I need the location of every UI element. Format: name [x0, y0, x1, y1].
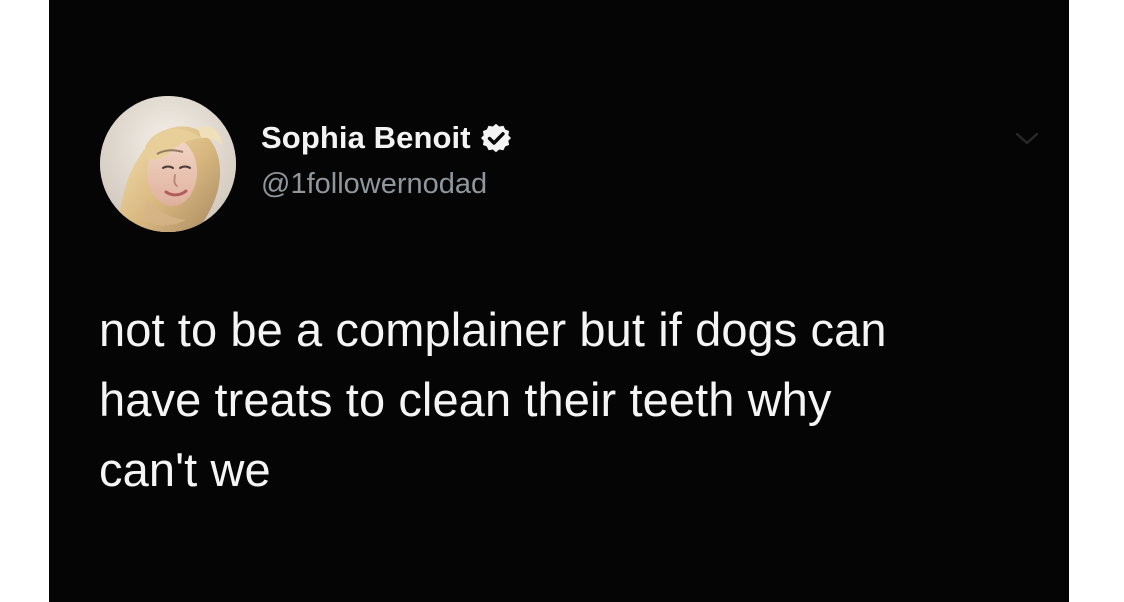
tweet-text-line-3: can't we: [99, 443, 271, 496]
handle[interactable]: @1followernodad: [261, 163, 691, 205]
tweet-card: Sophia Benoit @1followernodad not to be …: [49, 0, 1069, 602]
tweet-text-line-2: have treats to clean their teeth why: [99, 373, 832, 426]
screenshot-page: Sophia Benoit @1followernodad not to be …: [0, 0, 1124, 602]
verified-badge-icon: [480, 122, 512, 154]
name-row: Sophia Benoit: [261, 116, 691, 160]
tweet-text-line-1: not to be a complainer but if dogs can: [99, 303, 887, 356]
chevron-down-icon[interactable]: [1012, 126, 1042, 150]
avatar[interactable]: [100, 96, 236, 232]
tweet-header: Sophia Benoit @1followernodad: [261, 116, 691, 212]
display-name[interactable]: Sophia Benoit: [261, 116, 471, 160]
tweet-text: not to be a complainer but if dogs can h…: [99, 295, 1039, 505]
